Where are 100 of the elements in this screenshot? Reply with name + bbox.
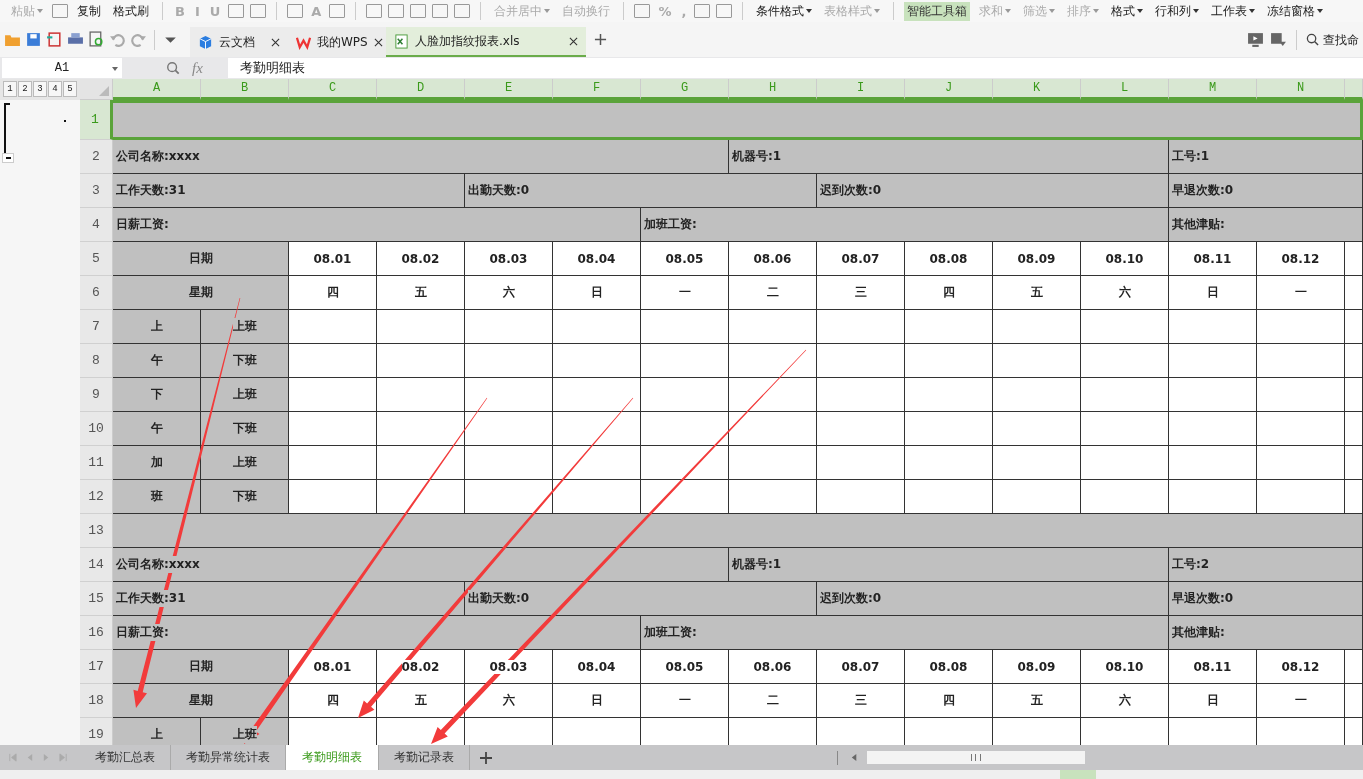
toolbar-button[interactable]: 复制 <box>74 1 104 21</box>
table-cell: 08.10 <box>1081 650 1169 684</box>
table-cell: 日 <box>1169 276 1257 310</box>
row-header[interactable]: 12 <box>80 480 113 514</box>
close-icon[interactable] <box>271 37 280 47</box>
table-cell: 加班工资: <box>641 208 1169 242</box>
toolbar-icon[interactable] <box>716 4 733 18</box>
zoom-icon[interactable] <box>166 61 180 75</box>
document-tab[interactable]: 人脸加指纹报表.xls <box>386 27 586 57</box>
toolbar-button[interactable]: 格式 <box>1108 1 1147 21</box>
row-header[interactable]: 7 <box>80 310 113 344</box>
column-header[interactable] <box>1345 79 1363 100</box>
first-sheet-icon[interactable] <box>8 753 17 762</box>
toolbar-button[interactable]: 条件格式 <box>753 1 816 21</box>
table-cell: 08.01 <box>289 650 377 684</box>
table-cell <box>1345 684 1363 718</box>
table-cell: 08.02 <box>377 242 465 276</box>
export-icon[interactable] <box>46 31 63 48</box>
table-cell: 上班 <box>201 310 289 344</box>
table-cell <box>1345 412 1363 446</box>
table-cell: 工号:2 <box>1169 548 1363 582</box>
redo-icon[interactable] <box>130 31 147 48</box>
toolbar-icon[interactable] <box>228 4 245 18</box>
table-cell <box>1345 242 1363 276</box>
command-search[interactable]: 查找命 <box>1306 32 1363 47</box>
toolbar-icon[interactable] <box>287 4 304 18</box>
toolbar-icon[interactable] <box>432 4 449 18</box>
table-cell: 班 <box>113 480 201 514</box>
table-cell: 日薪工资: <box>113 616 641 650</box>
name-box[interactable]: A1 <box>2 58 122 78</box>
save-icon[interactable] <box>25 31 42 48</box>
toolbar-icon[interactable] <box>329 4 346 18</box>
table-cell: 迟到次数:0 <box>817 174 1169 208</box>
scroll-left-icon[interactable] <box>850 753 859 762</box>
new-tab-icon[interactable] <box>594 33 607 46</box>
row-header[interactable]: 14 <box>80 548 113 582</box>
toolbar-icon[interactable] <box>694 4 711 18</box>
row-header[interactable]: 10 <box>80 412 113 446</box>
formula-field[interactable]: 考勤明细表 <box>228 58 1363 78</box>
outline-level-button[interactable]: 2 <box>18 81 32 97</box>
table-cell: 日 <box>1169 684 1257 718</box>
row-header[interactable]: 9 <box>80 378 113 412</box>
preview-icon[interactable] <box>88 31 105 48</box>
row-header[interactable]: 17 <box>80 650 113 684</box>
row-header[interactable]: 11 <box>80 446 113 480</box>
table-cell: 三 <box>817 684 905 718</box>
toolbar-icon[interactable] <box>454 4 471 18</box>
toolbar-icon[interactable] <box>366 4 383 18</box>
toolbar-icon[interactable] <box>388 4 405 18</box>
row-header[interactable]: 19 <box>80 718 113 745</box>
toolbar-button[interactable]: 冻结窗格 <box>1264 1 1327 21</box>
add-sheet-icon[interactable] <box>479 750 493 765</box>
last-sheet-icon[interactable] <box>59 753 68 762</box>
document-tab[interactable]: 云文档 <box>190 27 288 57</box>
table-cell: 下班 <box>201 480 289 514</box>
row-header[interactable]: 18 <box>80 684 113 718</box>
toolbar-icon[interactable] <box>634 4 651 18</box>
table-cell: 一 <box>641 276 729 310</box>
collapse-icon[interactable] <box>2 153 14 163</box>
table-cell: 上班 <box>201 718 289 745</box>
outline-level-button[interactable]: 1 <box>3 81 17 97</box>
outline-level-button[interactable]: 5 <box>63 81 77 97</box>
next-sheet-icon[interactable] <box>42 753 51 762</box>
sheet-tab[interactable]: 考勤明细表 <box>286 745 379 770</box>
row-header[interactable]: 4 <box>80 208 113 242</box>
toolbar-button[interactable]: 工作表 <box>1208 1 1259 21</box>
table-cell: 工作天数:31 <box>113 174 465 208</box>
outline-level-button[interactable]: 4 <box>48 81 62 97</box>
outline-level-button[interactable]: 3 <box>33 81 47 97</box>
row-header[interactable]: 3 <box>80 174 113 208</box>
row-header[interactable]: 2 <box>80 140 113 174</box>
previous-sheet-icon[interactable] <box>25 753 34 762</box>
table-cell: 08.12 <box>1257 242 1345 276</box>
window-icon[interactable] <box>1270 31 1287 48</box>
toolbar-icon[interactable] <box>410 4 427 18</box>
table-cell: 08.04 <box>553 242 641 276</box>
row-header[interactable]: 16 <box>80 616 113 650</box>
monitor-icon[interactable] <box>1247 31 1264 48</box>
document-tab[interactable]: 我的WPS <box>288 27 386 57</box>
close-icon[interactable] <box>373 37 383 47</box>
close-icon[interactable] <box>569 36 578 46</box>
row-header[interactable]: 8 <box>80 344 113 378</box>
table-cell: 三 <box>817 276 905 310</box>
undo-icon[interactable] <box>109 31 126 48</box>
toolbar-icon[interactable] <box>52 4 68 18</box>
table-cell: 下 <box>113 378 201 412</box>
toolbar-button[interactable]: 格式刷 <box>110 1 152 21</box>
table-cell: 加 <box>113 446 201 480</box>
horizontal-scrollbar[interactable] <box>867 751 1085 764</box>
table-cell: 其他津贴: <box>1169 616 1363 650</box>
row-header[interactable]: 6 <box>80 276 113 310</box>
row-header[interactable]: 5 <box>80 242 113 276</box>
table-cell: 早退次数:0 <box>1169 174 1363 208</box>
toolbar-icon[interactable] <box>250 4 267 18</box>
row-header[interactable]: 15 <box>80 582 113 616</box>
row-header[interactable]: 13 <box>80 514 113 548</box>
toolbar-button[interactable]: 行和列 <box>1152 1 1203 21</box>
toolbar-button[interactable]: 智能工具箱 <box>904 1 971 21</box>
table-cell: 五 <box>993 276 1081 310</box>
table-cell <box>1345 310 1363 344</box>
